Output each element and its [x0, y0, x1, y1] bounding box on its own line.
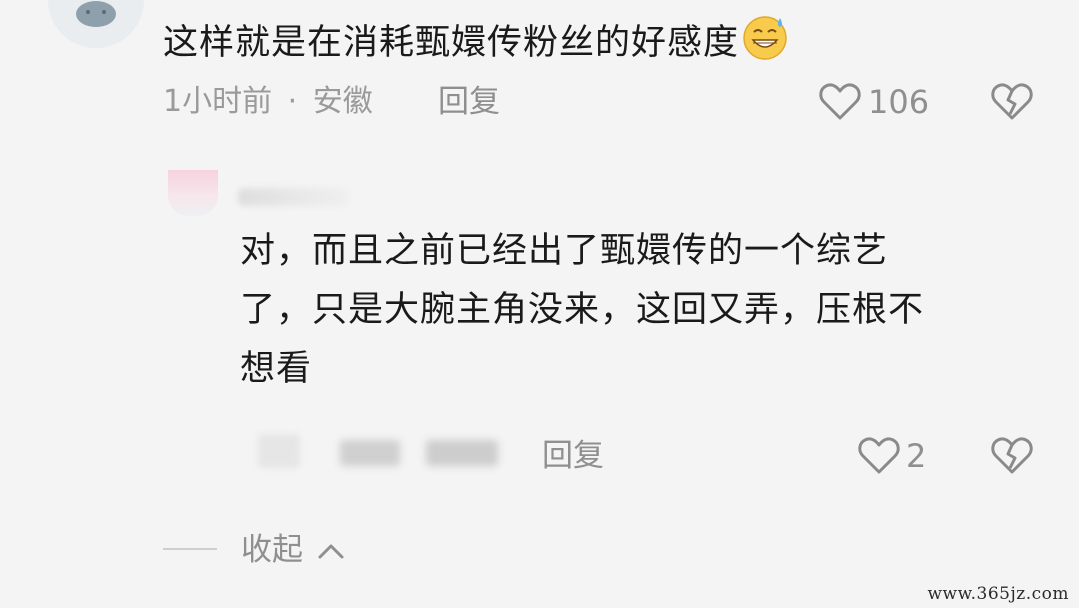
reply-text: 对，而且之前已经出了甄嬛传的一个综艺 了，只是大腕主角没来，这回又弄，压根不 想… — [240, 222, 1020, 399]
comment-text: 这样就是在消耗甄嬛传粉丝的好感度 — [163, 14, 789, 68]
reply-line: 对，而且之前已经出了甄嬛传的一个综艺 — [240, 231, 889, 271]
comment-meta: 1小时前 · 安徽 — [163, 82, 373, 122]
broken-heart-icon[interactable] — [990, 434, 1034, 478]
collapse-divider — [163, 548, 217, 550]
heart-outline-icon[interactable] — [818, 80, 862, 124]
collapse-button[interactable]: 收起 — [241, 530, 303, 570]
chevron-up-icon[interactable] — [316, 540, 346, 562]
grinning-sweat-emoji-icon — [741, 14, 789, 60]
meta-separator: · — [287, 84, 298, 119]
reply-line: 想看 — [240, 349, 313, 389]
reply-button[interactable]: 回复 — [438, 82, 500, 122]
avatar[interactable] — [168, 170, 218, 216]
heart-outline-icon[interactable] — [857, 434, 901, 478]
avatar[interactable] — [48, 0, 144, 48]
reply-line: 了，只是大腕主角没来，这回又弄，压根不 — [240, 290, 925, 330]
like-count: 106 — [868, 83, 930, 121]
reply-button[interactable]: 回复 — [542, 436, 604, 476]
broken-heart-icon[interactable] — [990, 80, 1034, 124]
reply-meta-redacted — [258, 432, 500, 472]
username-redacted[interactable] — [238, 188, 348, 206]
comment-time: 1小时前 — [163, 84, 273, 119]
comment-body: 这样就是在消耗甄嬛传粉丝的好感度 — [163, 23, 740, 63]
comment-location: 安徽 — [312, 84, 373, 119]
watermark: www.365jz.com — [927, 584, 1069, 604]
like-count: 2 — [906, 437, 927, 475]
